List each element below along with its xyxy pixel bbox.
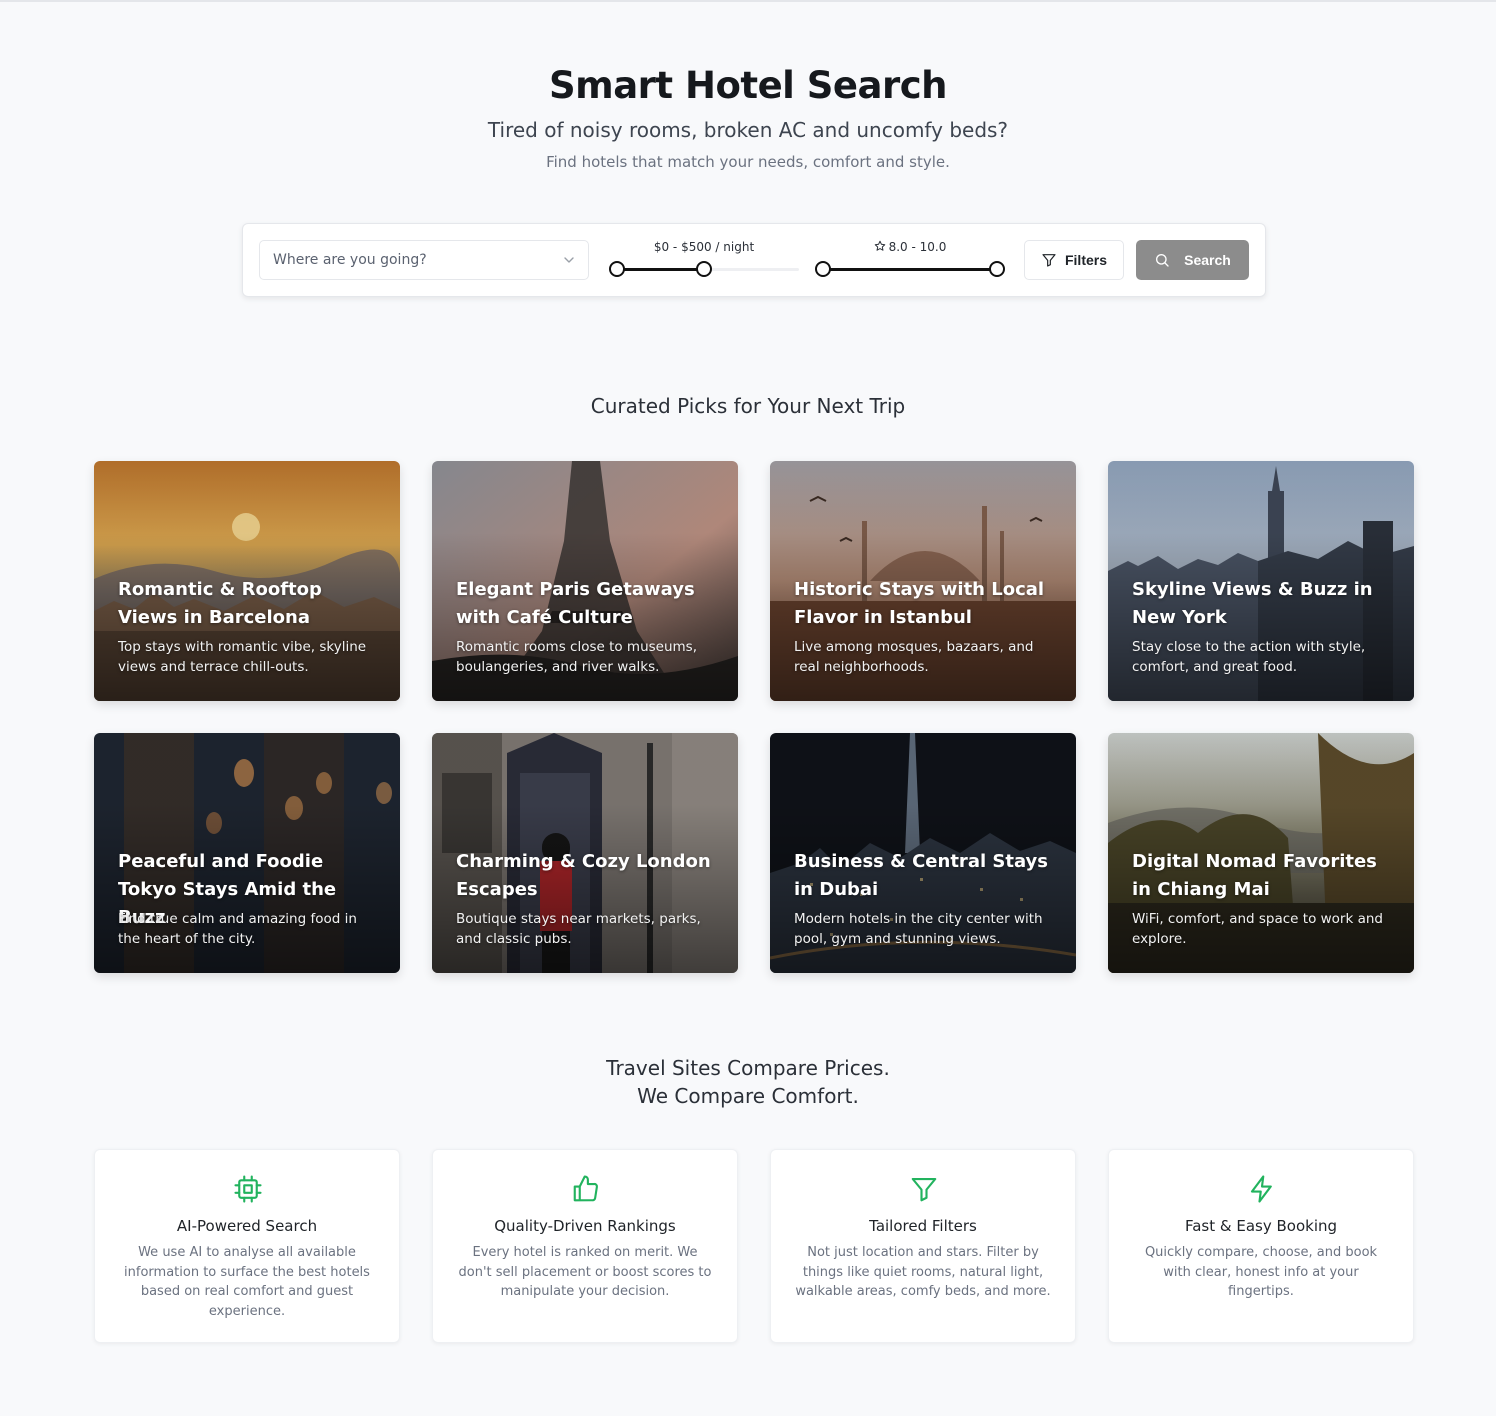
feature-description: Not just location and stars. Filter by t… — [795, 1245, 1051, 1299]
destination-card-new-york[interactable]: Skyline Views & Buzz in New York Stay cl… — [1108, 461, 1414, 701]
feature-title: Tailored Filters — [869, 1217, 977, 1235]
destination-card-dubai[interactable]: Business & Central Stays in Dubai Modern… — [770, 733, 1076, 973]
card-description: Modern hotels in the city center with po… — [794, 911, 1043, 947]
rating-slider-fill — [823, 268, 997, 271]
destination-card-chiang-mai[interactable]: Digital Nomad Favorites in Chiang Mai Wi… — [1108, 733, 1414, 973]
search-button-label: Search — [1184, 252, 1231, 268]
card-description: WiFi, comfort, and space to work and exp… — [1132, 911, 1383, 947]
card-description: Stay close to the action with style, com… — [1132, 639, 1366, 675]
card-title: Historic Stays with Local Flavor in Ista… — [794, 579, 1045, 628]
chevron-down-icon — [564, 257, 574, 263]
destination-placeholder: Where are you going? — [273, 252, 427, 268]
cpu-icon — [234, 1175, 262, 1203]
card-title: Elegant Paris Getaways with Café Culture — [456, 579, 695, 628]
lightning-icon — [1250, 1175, 1272, 1203]
feature-card-filters: Tailored Filters Not just location and s… — [770, 1149, 1076, 1343]
feature-card-booking: Fast & Easy Booking Quickly compare, cho… — [1108, 1149, 1414, 1343]
rating-max-handle[interactable] — [989, 261, 1005, 277]
compare-title-line1: Travel Sites Compare Prices. — [606, 1056, 890, 1080]
feature-description: We use AI to analyse all available infor… — [124, 1245, 370, 1319]
search-icon — [1156, 253, 1169, 267]
card-description: Romantic rooms close to museums, boulang… — [456, 639, 698, 675]
hero-subtitle: Tired of noisy rooms, broken AC and unco… — [487, 118, 1009, 142]
page-title: Smart Hotel Search — [549, 64, 947, 107]
card-description: Top stays with romantic vibe, skyline vi… — [118, 639, 367, 675]
destination-card-barcelona[interactable]: Romantic & Rooftop Views in Barcelona To… — [94, 461, 400, 701]
card-title: Business & Central Stays in Dubai — [794, 851, 1049, 900]
feature-title: AI-Powered Search — [176, 1217, 318, 1235]
curated-section-title: Curated Picks for Your Next Trip — [590, 394, 906, 418]
destination-select[interactable]: Where are you going? — [259, 240, 589, 280]
card-title: Charming & Cozy London Escapes — [456, 851, 711, 900]
price-slider-fill — [617, 268, 704, 271]
filter-icon — [1042, 254, 1056, 267]
card-title: Romantic & Rooftop Views in Barcelona — [118, 579, 322, 628]
feature-description: Quickly compare, choose, and book with c… — [1144, 1245, 1378, 1299]
destination-card-istanbul[interactable]: Historic Stays with Local Flavor in Ista… — [770, 461, 1076, 701]
card-title: Digital Nomad Favorites in Chiang Mai — [1132, 851, 1377, 900]
compare-title-line2: We Compare Comfort. — [637, 1084, 859, 1108]
rating-range-label-wrap: 8.0 - 10.0 — [815, 240, 1005, 254]
card-description: Live among mosques, bazaars, and real ne… — [794, 639, 1034, 675]
filter-icon — [911, 1177, 937, 1202]
feature-title: Quality-Driven Rankings — [494, 1217, 676, 1235]
card-title: Skyline Views & Buzz in New York — [1132, 579, 1373, 628]
feature-card-ai-search: AI-Powered Search We use AI to analyse a… — [94, 1149, 400, 1343]
hero-tagline: Find hotels that match your needs, comfo… — [546, 153, 950, 171]
destination-card-paris[interactable]: Elegant Paris Getaways with Café Culture… — [432, 461, 738, 701]
price-range-label: $0 - $500 / night — [653, 240, 755, 254]
star-icon — [874, 240, 885, 251]
search-bar: Where are you going? $0 - $500 / night 8… — [242, 223, 1266, 297]
thumbs-up-icon — [573, 1175, 598, 1202]
rating-min-handle[interactable] — [815, 261, 831, 277]
price-max-handle[interactable] — [696, 261, 712, 277]
destination-card-tokyo[interactable]: Peaceful and Foodie Tokyo Stays Amid the… — [94, 733, 400, 973]
rating-range-label: 8.0 - 10.0 — [888, 240, 947, 254]
filters-button[interactable]: Filters — [1024, 240, 1124, 280]
feature-description: Every hotel is ranked on merit. We don't… — [458, 1245, 712, 1299]
search-button[interactable]: Search — [1136, 240, 1249, 280]
compare-section-title: Travel Sites Compare Prices. We Compare … — [0, 1054, 1496, 1110]
feature-card-rankings: Quality-Driven Rankings Every hotel is r… — [432, 1149, 738, 1343]
filters-button-label: Filters — [1064, 252, 1107, 268]
feature-title: Fast & Easy Booking — [1184, 1217, 1338, 1235]
card-description: Boutique stays near markets, parks, and … — [456, 911, 701, 947]
destination-card-london[interactable]: Charming & Cozy London Escapes Boutique … — [432, 733, 738, 973]
price-min-handle[interactable] — [609, 261, 625, 277]
card-description: Find true calm and amazing food in the h… — [118, 911, 357, 947]
